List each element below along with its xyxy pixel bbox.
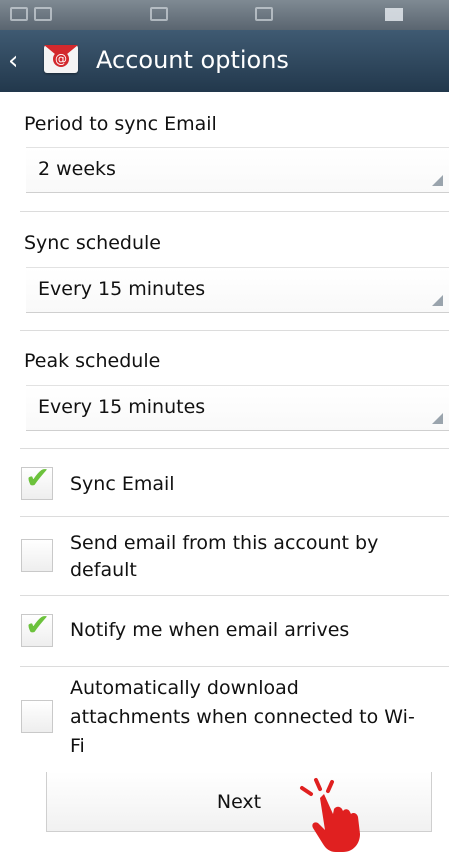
divider bbox=[20, 330, 449, 331]
page-title: Account options bbox=[96, 46, 289, 74]
notify-label: Notify me when email arrives bbox=[70, 619, 350, 641]
default-account-label-line: Send email from this account by bbox=[70, 532, 379, 554]
default-account-checkbox[interactable] bbox=[21, 539, 53, 572]
divider bbox=[20, 516, 449, 517]
divider bbox=[20, 666, 449, 667]
status-notification-icon bbox=[150, 7, 168, 21]
back-chevron-icon[interactable]: ‹ bbox=[8, 48, 20, 74]
next-button[interactable]: Next bbox=[46, 772, 432, 832]
sync-period-label: Period to sync Email bbox=[24, 113, 217, 135]
peak-schedule-label: Peak schedule bbox=[24, 350, 161, 372]
divider bbox=[20, 211, 449, 212]
action-bar: ‹ @ Account options bbox=[0, 30, 449, 92]
default-account-label-line: default bbox=[70, 559, 137, 581]
peak-schedule-select[interactable]: Every 15 minutes bbox=[26, 385, 449, 431]
alarm-icon bbox=[255, 7, 273, 21]
email-app-icon[interactable]: @ bbox=[44, 45, 78, 73]
status-notification-icon bbox=[34, 7, 52, 21]
dropdown-indicator-icon bbox=[432, 295, 443, 306]
auto-download-label-line: attachments when connected to Wi- bbox=[70, 706, 415, 728]
default-account-label: Send email from this account by default bbox=[70, 530, 378, 584]
notify-checkbox[interactable]: ✔ bbox=[21, 609, 53, 647]
auto-download-label: Automatically download attachments when … bbox=[70, 674, 415, 761]
sync-email-checkbox[interactable]: ✔ bbox=[21, 462, 53, 500]
sync-schedule-select[interactable]: Every 15 minutes bbox=[26, 267, 449, 313]
sync-schedule-label: Sync schedule bbox=[24, 232, 161, 254]
dropdown-indicator-icon bbox=[432, 175, 443, 186]
sync-period-value: 2 weeks bbox=[38, 158, 116, 180]
battery-icon bbox=[385, 8, 403, 21]
status-bar bbox=[0, 0, 449, 30]
sync-schedule-value: Every 15 minutes bbox=[38, 278, 206, 300]
divider bbox=[20, 595, 449, 596]
checkmark-icon: ✔ bbox=[25, 461, 51, 496]
auto-download-label-line: Automatically download bbox=[70, 677, 299, 699]
divider bbox=[20, 448, 449, 449]
checkmark-icon: ✔ bbox=[25, 608, 51, 643]
sync-period-select[interactable]: 2 weeks bbox=[26, 147, 449, 193]
pointing-hand-icon bbox=[300, 778, 360, 852]
auto-download-label-line: Fi bbox=[70, 735, 85, 757]
status-notification-icon bbox=[10, 7, 28, 21]
dropdown-indicator-icon bbox=[432, 413, 443, 424]
peak-schedule-value: Every 15 minutes bbox=[38, 396, 206, 418]
auto-download-checkbox[interactable] bbox=[21, 700, 53, 733]
sync-email-label: Sync Email bbox=[70, 473, 175, 495]
